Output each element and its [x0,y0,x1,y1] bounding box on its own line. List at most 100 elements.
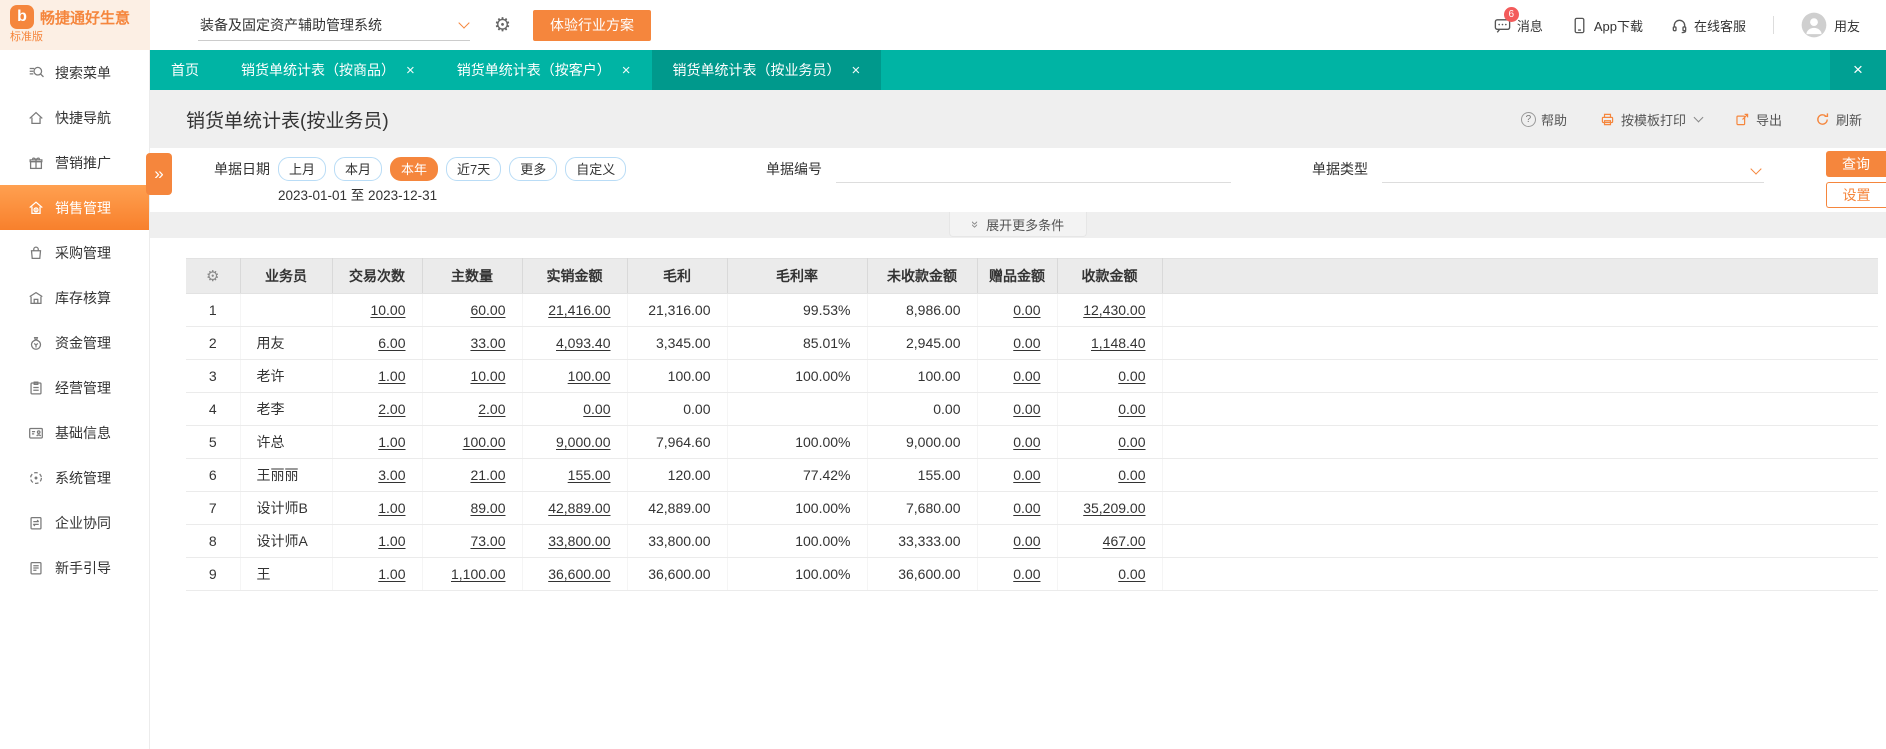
gear-icon[interactable]: ⚙ [494,14,511,36]
phone-icon [1574,17,1585,33]
divider [1772,16,1774,34]
user-menu[interactable]: 用友 [1801,12,1860,38]
table-row: 7 设计师B 1.00 89.00 42,889.00 42,889.00 10… [186,491,1878,525]
sidebar-item-enterprise-collaboration[interactable]: 企业协同 [0,500,149,545]
clipboard-icon [30,381,42,394]
trial-solution-button[interactable]: 体验行业方案 [533,9,652,41]
date-option-last-7-days[interactable]: 近7天 [446,157,502,181]
refresh-button[interactable]: 刷新 [1814,110,1862,129]
column-settings-gear-icon[interactable]: ⚙ [206,267,219,285]
system-select[interactable]: 装备及固定资产辅助管理系统 [198,10,470,41]
online-service-button[interactable]: 在线客服 [1670,16,1746,35]
top-bar: b 畅捷通好生意 标准版 装备及固定资产辅助管理系统 ⚙ 体验行业方案 消息 6… [0,0,1886,50]
gift-icon [29,157,43,169]
col-net-sales[interactable]: 实销金额 [522,258,628,294]
messages-label: 消息 [1516,18,1543,34]
tab-label: 首页 [171,62,199,78]
export-button[interactable]: 导出 [1734,110,1782,129]
table-row: 6 王丽丽 3.00 21.00 155.00 120.00 77.42% 15… [186,458,1878,492]
sidebar-item-label: 基础信息 [55,424,111,441]
doc-type-select[interactable] [1382,159,1764,183]
col-gross-margin[interactable]: 毛利率 [727,258,868,294]
sidebar-item-label: 经营管理 [55,379,111,396]
date-option-more[interactable]: 更多 [509,157,558,181]
col-filler [1162,258,1878,294]
col-unpaid-amount[interactable]: 未收款金额 [867,258,978,294]
table-header-row: ⚙ 业务员 交易次数 主数量 实销金额 毛利 毛利率 未收款金额 赠品金额 收款… [186,258,1878,294]
col-gross-profit[interactable]: 毛利 [627,258,728,294]
expand-more-conditions-button[interactable]: » 展开更多条件 [948,212,1088,237]
tab-home[interactable]: 首页 [150,50,220,90]
export-label: 导出 [1755,112,1782,128]
sidebar-item-basic-info[interactable]: 基础信息 [0,410,149,455]
date-range-value[interactable]: 2023-01-01 至 2023-12-31 [214,184,626,204]
doc-no-label: 单据编号 [766,161,822,177]
print-by-template-button[interactable]: 按模板打印 [1599,110,1704,129]
sidebar-item-search-menu[interactable]: 搜索菜单 [0,50,149,95]
sidebar-item-label: 搜索菜单 [55,64,111,81]
app-download-button[interactable]: App下载 [1570,16,1643,35]
doc-date-label: 单据日期 [214,161,270,177]
settings-button[interactable]: 设置 [1826,182,1886,208]
online-service-label: 在线客服 [1693,18,1746,34]
home-icon [29,111,43,124]
logo[interactable]: b 畅捷通好生意 标准版 [0,0,150,50]
date-option-this-year[interactable]: 本年 [390,157,439,181]
tab-sales-stats-by-product[interactable]: 销货单统计表（按商品） × [220,50,436,90]
chevron-down-icon[interactable] [1693,112,1704,123]
filter-panel: » 单据日期 上月 本月 本年 近7天 更多 自定义 2023-01-01 至 … [146,148,1886,212]
guide-book-icon [30,561,42,574]
query-button[interactable]: 查询 [1826,151,1886,177]
expand-more-label: 展开更多条件 [986,217,1065,233]
report-toolbar: ? 帮助 按模板打印 导出 刷新 [1520,110,1862,129]
date-option-custom[interactable]: 自定义 [565,157,627,181]
table-row: 4 老李 2.00 2.00 0.00 0.00 0.00 0.00 0.00 [186,392,1878,426]
tabbar-close-icon[interactable]: × [1830,50,1886,90]
col-main-qty[interactable]: 主数量 [422,258,523,294]
report-content: ⚙ 业务员 交易次数 主数量 实销金额 毛利 毛利率 未收款金额 赠品金额 收款… [150,238,1886,749]
chevron-down-icon [458,17,470,29]
question-circle-icon: ? [1520,111,1536,127]
sales-stats-table: ⚙ 业务员 交易次数 主数量 实销金额 毛利 毛利率 未收款金额 赠品金额 收款… [186,258,1878,591]
sidebar: 搜索菜单 快捷导航 营销推广 销售管理 采购管理 库存核算 资金管理 经营管理 … [0,50,150,749]
sidebar-item-marketing[interactable]: 营销推广 [0,140,149,185]
table-row: 9 王 1.00 1,100.00 36,600.00 36,600.00 10… [186,557,1878,591]
sidebar-item-inventory-accounting[interactable]: 库存核算 [0,275,149,320]
doc-no-input[interactable] [836,159,1231,183]
date-option-last-month[interactable]: 上月 [278,157,327,181]
close-icon[interactable]: × [622,62,631,79]
help-button[interactable]: ? 帮助 [1520,110,1567,129]
tab-sales-stats-by-customer[interactable]: 销货单统计表（按客户） × [436,50,652,90]
close-icon[interactable]: × [852,62,861,79]
print-label: 按模板打印 [1620,112,1686,128]
table-row: 3 老许 1.00 10.00 100.00 100.00 100.00% 10… [186,359,1878,393]
col-received-amount[interactable]: 收款金额 [1057,258,1163,294]
sidebar-item-label: 采购管理 [55,244,111,261]
money-bag-icon [30,336,42,350]
sidebar-item-quick-nav[interactable]: 快捷导航 [0,95,149,140]
col-salesperson[interactable]: 业务员 [240,258,333,294]
date-option-this-month[interactable]: 本月 [334,157,383,181]
collapse-filter-button[interactable]: » [146,153,172,195]
refresh-label: 刷新 [1835,112,1862,128]
messages-button[interactable]: 消息 6 [1493,6,1543,35]
close-icon[interactable]: × [406,62,415,79]
brand-name: 畅捷通好生意 [40,9,131,27]
table-row: 1 10.00 60.00 21,416.00 21,316.00 99.53%… [186,293,1878,327]
sidebar-item-beginner-guide[interactable]: 新手引导 [0,545,149,590]
sidebar-item-purchase-management[interactable]: 采购管理 [0,230,149,275]
username: 用友 [1833,18,1860,34]
sidebar-item-operations-management[interactable]: 经营管理 [0,365,149,410]
sidebar-item-sales-management[interactable]: 销售管理 [0,185,149,230]
table-row: 2 用友 6.00 33.00 4,093.40 3,345.00 85.01%… [186,326,1878,360]
table-row: 5 许总 1.00 100.00 9,000.00 7,964.60 100.0… [186,425,1878,459]
sidebar-item-system-management[interactable]: 系统管理 [0,455,149,500]
col-gift-amount[interactable]: 赠品金额 [977,258,1058,294]
doc-type-label: 单据类型 [1312,161,1368,177]
id-card-icon [29,427,43,439]
search-icon [29,66,44,77]
tab-sales-stats-by-salesperson[interactable]: 销货单统计表（按业务员） × [651,50,882,90]
tab-label: 销货单统计表（按业务员） [672,62,841,78]
sidebar-item-funds-management[interactable]: 资金管理 [0,320,149,365]
col-trade-count[interactable]: 交易次数 [332,258,423,294]
